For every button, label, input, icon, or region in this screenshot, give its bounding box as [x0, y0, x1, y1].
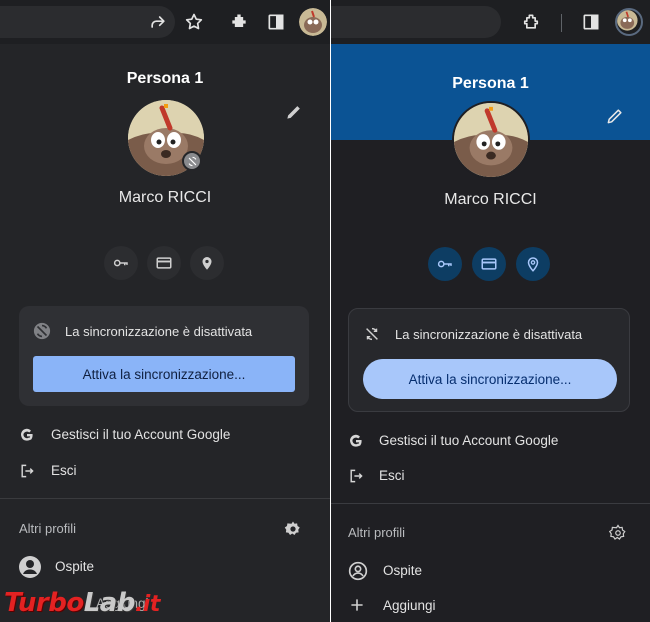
- extensions-icon[interactable]: [225, 8, 253, 36]
- sync-disabled-icon: [363, 325, 381, 343]
- guest-profile-item[interactable]: Ospite: [331, 555, 650, 585]
- key-icon: [437, 260, 452, 268]
- guest-profile-item[interactable]: Ospite: [0, 552, 330, 582]
- plus-icon: [348, 596, 366, 614]
- share-icon[interactable]: [144, 8, 172, 36]
- separator: [331, 503, 650, 504]
- omnibox[interactable]: [331, 6, 501, 38]
- addresses-button[interactable]: [516, 247, 550, 281]
- profile-avatar-button[interactable]: [299, 8, 327, 36]
- turn-on-sync-button[interactable]: Attiva la sincronizzazione...: [363, 359, 617, 399]
- sync-disabled-icon: [33, 322, 51, 340]
- manage-account-label: Gestisci il tuo Account Google: [51, 427, 231, 442]
- watermark-turbo: Turbo: [4, 588, 84, 618]
- key-icon: [113, 259, 128, 267]
- gear-icon[interactable]: [609, 524, 627, 542]
- edit-pencil-icon[interactable]: [605, 106, 625, 126]
- gear-icon[interactable]: [284, 520, 302, 538]
- location-pin-icon: [202, 257, 212, 270]
- add-profile-item[interactable]: Aggiungi: [331, 590, 650, 620]
- turbolab-watermark-logo: TurboLab.it: [4, 588, 160, 618]
- other-profiles-title: Altri profili: [19, 521, 77, 536]
- location-pin-icon: [527, 257, 539, 272]
- credit-card-icon: [156, 257, 172, 269]
- star-icon[interactable]: [180, 8, 208, 36]
- manage-account-label: Gestisci il tuo Account Google: [379, 433, 559, 448]
- guest-avatar-icon: [18, 555, 42, 579]
- sign-out-label: Esci: [51, 463, 77, 478]
- sign-out-item[interactable]: Esci: [0, 456, 330, 486]
- add-profile-label: Aggiungi: [383, 598, 436, 613]
- google-g-icon: [18, 426, 36, 444]
- addresses-button[interactable]: [190, 246, 224, 280]
- sign-out-icon: [347, 467, 365, 485]
- guest-avatar-icon: [348, 561, 368, 581]
- passwords-button[interactable]: [428, 247, 462, 281]
- profile-avatar-button[interactable]: [615, 8, 643, 36]
- guest-label: Ospite: [383, 563, 423, 578]
- guest-label: Ospite: [55, 559, 95, 574]
- side-panel-icon[interactable]: [577, 8, 605, 36]
- profile-title: Persona 1: [452, 75, 529, 92]
- profile-menu-new: Persona 1 Marco RICCI La sincronizzazion: [331, 0, 650, 622]
- profile-avatar: [452, 101, 530, 179]
- passwords-button[interactable]: [104, 246, 138, 280]
- sync-status-text: La sincronizzazione è disattivata: [395, 327, 583, 342]
- other-profiles-title: Altri profili: [348, 525, 406, 540]
- edit-pencil-icon[interactable]: [284, 102, 304, 122]
- toolbar-divider: [561, 14, 562, 32]
- sign-out-label: Esci: [379, 468, 405, 483]
- manage-google-account-item[interactable]: Gestisci il tuo Account Google: [0, 420, 330, 450]
- sync-card: La sincronizzazione è disattivata Attiva…: [19, 306, 309, 406]
- google-g-icon: [347, 432, 365, 450]
- profile-menu-old: Persona 1 Marco RICCI La sincronizzazion…: [0, 0, 330, 622]
- payment-methods-button[interactable]: [147, 246, 181, 280]
- sync-off-badge-icon: [182, 151, 202, 171]
- payment-methods-button[interactable]: [472, 247, 506, 281]
- browser-toolbar: [331, 0, 650, 44]
- watermark-lab: Lab: [83, 588, 136, 618]
- user-name: Marco RICCI: [118, 189, 212, 206]
- sync-card: La sincronizzazione è disattivata Attiva…: [348, 308, 630, 412]
- browser-toolbar: [0, 0, 330, 44]
- turn-on-sync-button[interactable]: Attiva la sincronizzazione...: [33, 356, 295, 392]
- profile-title: Persona 1: [126, 70, 204, 87]
- credit-card-icon: [481, 258, 497, 270]
- side-panel-icon[interactable]: [262, 8, 290, 36]
- sign-out-icon: [18, 462, 36, 480]
- sign-out-item[interactable]: Esci: [331, 461, 650, 491]
- separator: [0, 498, 330, 499]
- user-name: Marco RICCI: [444, 191, 537, 208]
- watermark-it: .it: [134, 592, 160, 617]
- extensions-icon[interactable]: [517, 8, 545, 36]
- sync-status-text: La sincronizzazione è disattivata: [65, 324, 253, 339]
- manage-google-account-item[interactable]: Gestisci il tuo Account Google: [331, 426, 650, 456]
